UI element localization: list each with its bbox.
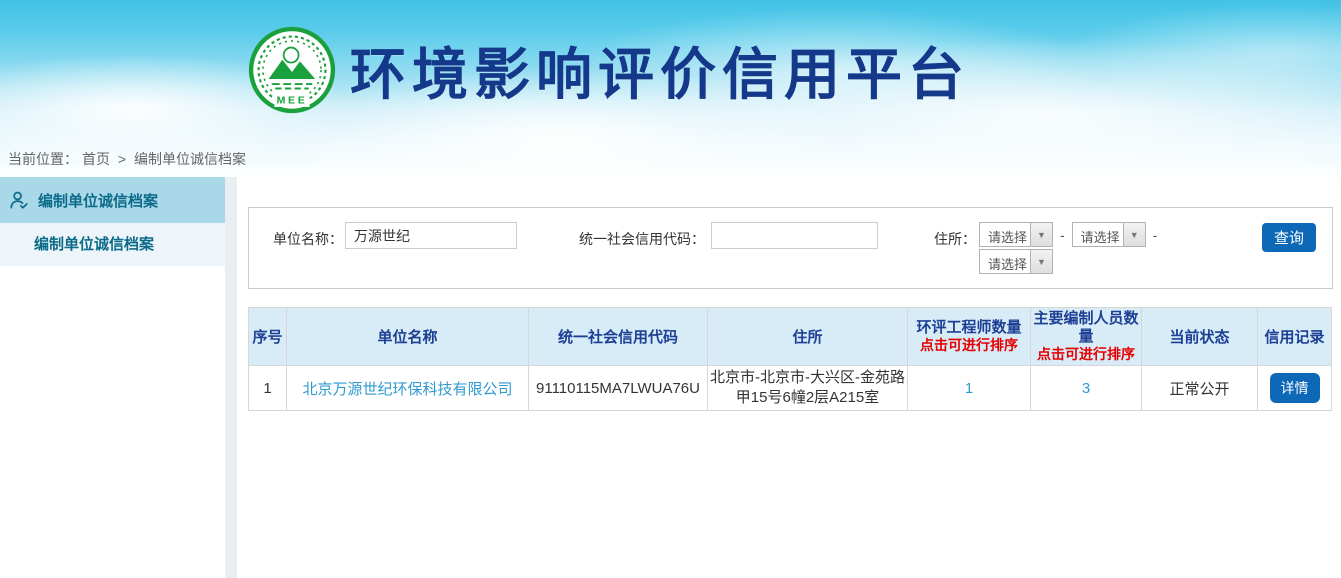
address-dash: - [1060,227,1065,243]
logo-mee-text: MEE [277,94,308,106]
company-link[interactable]: 北京万源世纪环保科技有限公司 [302,381,512,398]
breadcrumb-separator: > [118,151,126,167]
city-select-value: 请选择 [1073,223,1123,246]
address-line1: 北京市-北京市-大兴区-金苑路 [710,369,905,386]
staff-count-link[interactable]: 3 [1082,380,1090,397]
cell-address: 北京市-北京市-大兴区-金苑路 甲15号6幢2层A215室 [708,366,908,411]
staff-count-title: 主要编制人员数量 [1033,310,1139,346]
col-header-credit-code: 统一社会信用代码 [529,308,708,366]
col-header-address: 住所 [708,308,908,366]
cell-credit-code: 91110115MA7LWUA76U [529,366,708,411]
cell-status: 正常公开 [1142,366,1258,411]
address-label: 住所： [934,229,976,249]
city-select[interactable]: 请选择 ▼ [1072,222,1146,247]
cell-index: 1 [249,366,287,411]
person-check-icon [8,189,31,212]
search-panel: 单位名称： 统一社会信用代码： 住所： 请选择 ▼ - 请选择 ▼ - 请选择 [248,207,1333,289]
sidebar: 编制单位诚信档案 编制单位诚信档案 [0,177,225,578]
district-select-value: 请选择 [980,250,1030,273]
address-select-row2: 请选择 ▼ [979,249,1053,274]
table-header-row: 序号 单位名称 统一社会信用代码 住所 环评工程师数量 点击可进行排序 主要编制… [249,308,1332,366]
address-dash: - [1153,227,1158,243]
results-table: 序号 单位名称 统一社会信用代码 住所 环评工程师数量 点击可进行排序 主要编制… [248,307,1332,411]
col-header-company: 单位名称 [287,308,529,366]
detail-button[interactable]: 详情 [1270,373,1320,403]
province-select-value: 请选择 [980,223,1030,246]
table-row: 1 北京万源世纪环保科技有限公司 91110115MA7LWUA76U 北京市-… [249,366,1332,411]
sidebar-divider [225,177,237,578]
col-header-staff-count-sort[interactable]: 主要编制人员数量 点击可进行排序 [1031,308,1142,366]
staff-count-sort-hint: 点击可进行排序 [1033,346,1139,363]
sidebar-section-label: 编制单位诚信档案 [38,190,158,211]
breadcrumb-home-link[interactable]: 首页 [82,151,110,167]
chevron-down-icon: ▼ [1030,223,1052,246]
col-header-credit-record: 信用记录 [1258,308,1332,366]
chevron-down-icon: ▼ [1123,223,1145,246]
address-line2: 甲15号6幢2层A215室 [736,389,879,406]
province-select[interactable]: 请选择 ▼ [979,222,1053,247]
content-area: 编制单位诚信档案 编制单位诚信档案 单位名称： 统一社会信用代码： 住所： 请选… [0,177,1341,578]
breadcrumb-prefix: 当前位置： [8,151,78,167]
query-button[interactable]: 查询 [1262,223,1316,252]
credit-code-input[interactable] [711,222,878,249]
col-header-status: 当前状态 [1142,308,1258,366]
unit-name-input[interactable] [345,222,517,249]
breadcrumb-current: 编制单位诚信档案 [134,151,246,167]
page-title: 环境影响评价信用平台 [350,30,970,111]
sidebar-section-archives[interactable]: 编制单位诚信档案 [0,177,225,223]
unit-name-label: 单位名称： [273,229,343,249]
col-header-index: 序号 [249,308,287,366]
col-header-engineer-count-sort[interactable]: 环评工程师数量 点击可进行排序 [908,308,1031,366]
main-panel: 单位名称： 统一社会信用代码： 住所： 请选择 ▼ - 请选择 ▼ - 请选择 [237,177,1341,578]
engineer-count-title: 环评工程师数量 [910,319,1028,337]
sidebar-item-archives[interactable]: 编制单位诚信档案 [0,223,225,266]
district-select[interactable]: 请选择 ▼ [979,249,1053,274]
mee-logo-icon: MEE [248,26,336,114]
credit-code-label: 统一社会信用代码： [579,229,705,249]
address-select-row1: 请选择 ▼ - 请选择 ▼ - [979,222,1164,247]
engineer-count-sort-hint: 点击可进行排序 [910,337,1028,354]
chevron-down-icon: ▼ [1030,250,1052,273]
engineer-count-link[interactable]: 1 [965,380,973,397]
site-header: MEE 环境影响评价信用平台 当前位置：首页 > 编制单位诚信档案 [0,0,1341,177]
breadcrumb: 当前位置：首页 > 编制单位诚信档案 [8,149,250,169]
